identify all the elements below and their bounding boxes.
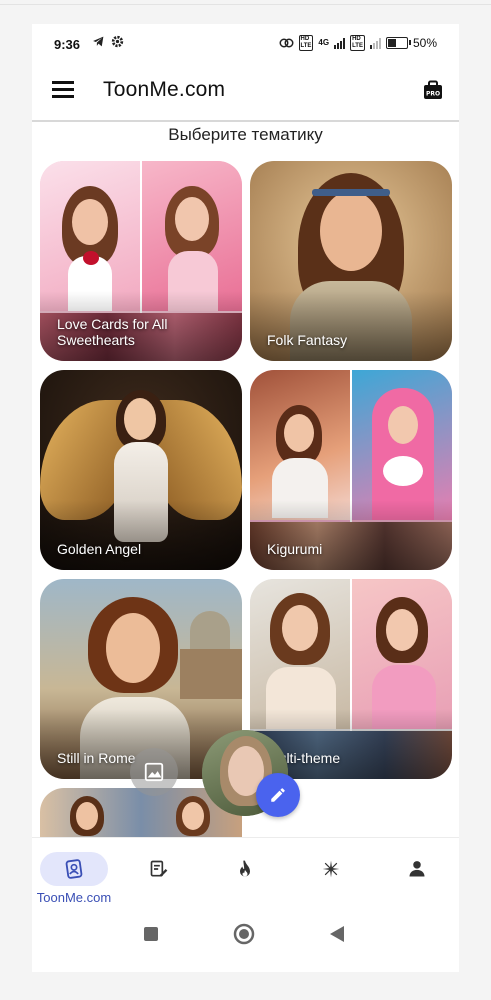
- nav-item-label: ToonMe.com: [36, 890, 112, 905]
- network-4g-label: 4G: [318, 38, 330, 47]
- signal-icon-2: [369, 37, 381, 49]
- theme-card-label: Love Cards for All Sweethearts: [57, 316, 168, 348]
- network-badge-2: HD LTE: [350, 35, 365, 51]
- battery-percent: 50%: [412, 36, 437, 50]
- profile-icon: [409, 861, 425, 877]
- theme-card-golden-angel[interactable]: Golden Angel: [40, 370, 242, 570]
- settings-gear-icon: [111, 35, 124, 48]
- link-icon: [279, 38, 294, 48]
- edit-template-icon: [150, 860, 168, 877]
- network-badge: HD LTE: [298, 35, 314, 51]
- nav-item-profile[interactable]: [382, 846, 452, 910]
- sparkle-icon: [322, 860, 340, 878]
- theme-card-label: Kigurumi: [267, 541, 323, 557]
- back-triangle-icon[interactable]: [329, 925, 345, 943]
- system-navigation-bar: [32, 912, 459, 972]
- app-title: ToonMe.com: [103, 78, 226, 101]
- battery-fill: [387, 39, 396, 47]
- app-bar: ToonMe.com PRO: [32, 62, 459, 122]
- pencil-icon: [271, 788, 285, 802]
- theme-card-label: Multi-theme: [267, 750, 341, 766]
- nav-item-toonme[interactable]: ToonMe.com: [34, 846, 111, 910]
- nav-item-effects[interactable]: [296, 846, 366, 910]
- frame-top-line: [0, 4, 491, 5]
- image-gallery-icon: [144, 762, 164, 782]
- fire-icon: [240, 860, 250, 877]
- pro-badge-label: PRO: [426, 91, 440, 98]
- telegram-icon: [93, 36, 104, 47]
- status-time: 9:36: [54, 37, 81, 52]
- theme-card-label: Folk Fantasy: [267, 332, 348, 348]
- bottom-navigation: ToonMe.com: [32, 837, 459, 913]
- gallery-button[interactable]: [130, 748, 178, 796]
- hamburger-menu-icon[interactable]: [52, 81, 74, 98]
- recents-square-icon[interactable]: [143, 926, 159, 942]
- nav-item-trending[interactable]: [210, 846, 280, 910]
- nav-item-templates[interactable]: [124, 846, 194, 910]
- status-bar: 9:36 HD LTE 4G HD LTE 50%: [32, 24, 459, 62]
- section-heading: Выберите тематику: [168, 125, 323, 144]
- signal-icon: [334, 37, 346, 49]
- phone-screen: 9:36 HDLTE 4G HDLTE 50% ToonMe.com PRO: [32, 24, 459, 972]
- theme-card-love-cards[interactable]: Love Cards for All Sweethearts: [40, 161, 242, 361]
- toonme-portrait-icon: [65, 859, 83, 879]
- edit-button[interactable]: [256, 773, 300, 817]
- theme-card-kigurumi[interactable]: Kigurumi: [250, 370, 452, 570]
- theme-card-label: Golden Angel: [57, 541, 142, 557]
- theme-card-folk-fantasy[interactable]: Folk Fantasy: [250, 161, 452, 361]
- battery-icon: [385, 37, 411, 49]
- pro-bag-icon: PRO: [424, 80, 442, 99]
- pro-button[interactable]: PRO: [423, 80, 443, 100]
- home-circle-icon[interactable]: [233, 923, 255, 945]
